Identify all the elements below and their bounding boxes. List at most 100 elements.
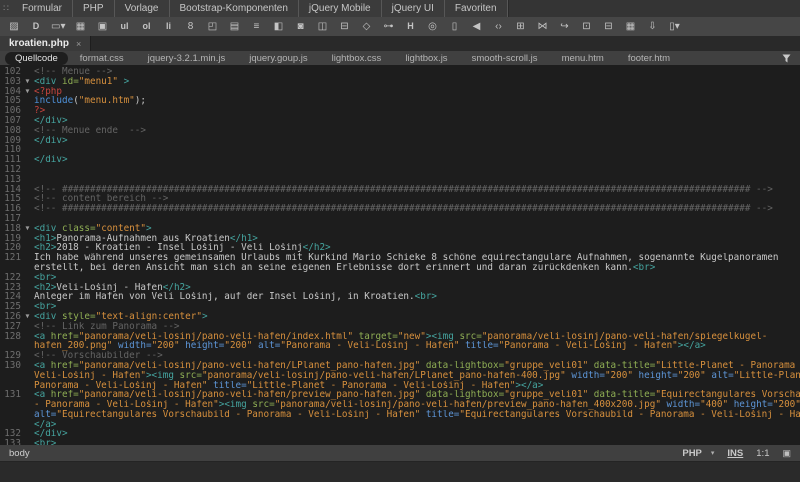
code-editor[interactable]: 102 <!-- Menue --> 103 ▼ <div id="menu1" >10… [0,65,800,445]
related-file-lightbox-js[interactable]: lightbox.js [393,53,459,64]
embed-box-icon[interactable]: ⊡ [579,21,593,32]
code-row[interactable]: 109 </div> [0,135,800,146]
code-row[interactable]: 103 ▼ <div id="menu1" > [0,76,800,87]
heading-icon[interactable]: H [403,22,417,31]
iframe-icon[interactable]: ◙ [293,21,307,32]
image-icon[interactable]: ▨ [7,21,21,32]
code-row[interactable]: erstellt, bei deren Ansicht man sich an … [0,263,800,273]
insert-category-tab-jquery-ui[interactable]: jQuery UI [382,0,445,17]
related-file-footer-htm[interactable]: footer.htm [616,53,682,64]
code-row[interactable]: 129 <!-- Vorschaubilder --> [0,351,800,361]
code-row[interactable]: 124 Anleger im Hafen von Veli Lošinj, auf… [0,292,800,302]
code-row[interactable]: 116 <!-- ################################… [0,204,800,214]
pill-button-menu-icon[interactable]: ▭▾ [51,21,65,32]
related-file-jquery-goup-js[interactable]: jquery.goup.js [237,53,319,64]
insert-category-tab-php[interactable]: PHP [73,0,115,17]
language-mode-selector[interactable]: PHP ▾ [682,448,714,459]
code-row[interactable]: 132 </div> [0,429,800,439]
panel-toggle-icon[interactable]: ▣ [782,448,791,459]
insert-category-tab-vorlage[interactable]: Vorlage [115,0,170,17]
code-row[interactable]: Panorama - Veli-Lošinj - Hafen" title="L… [0,381,800,391]
code-row[interactable]: 106 ?> [0,106,800,116]
code-row[interactable]: 127 <!-- Link zum Panorama --> [0,321,800,332]
insert-mode-toggle[interactable]: INS [727,448,743,459]
code-row[interactable]: 117 [0,214,800,224]
code-row[interactable]: hafen_200.png" width="200" height="200" … [0,341,800,351]
footer-panel-icon[interactable]: ⊟ [337,21,351,32]
printer-icon[interactable]: ⊟ [601,21,615,32]
code-row[interactable]: 123 <h2>Veli-Lošinj - Hafen</h2> [0,282,800,293]
code-row[interactable]: 115 <!-- content bereich --> [0,194,800,204]
code-page-icon[interactable]: ‹› [491,21,505,32]
code-line: <!-- Link zum Panorama --> [34,322,800,332]
insert-category-tab-bootstrap-komponenten[interactable]: Bootstrap-Komponenten [170,0,299,17]
related-file-menu-htm[interactable]: menu.htm [550,53,616,64]
list-item-icon[interactable]: li [161,22,175,31]
fold-arrow-icon[interactable]: ▼ [21,77,34,87]
related-file-lightbox-css[interactable]: lightbox.css [320,53,394,64]
related-file-smooth-scroll-js[interactable]: smooth-scroll.js [460,53,550,64]
code-row[interactable]: 104 ▼ <?php [0,86,800,97]
code-row[interactable]: Veli-Lošinj - Hafen"><img src="panorama/… [0,371,800,381]
code-row[interactable]: alt="Equirectangulares Vorschaubild - Pa… [0,410,800,420]
code-row[interactable]: 128 <a href="panorama/veli-losinj/pano-ve… [0,331,800,342]
key-icon[interactable]: ⊶ [381,21,395,32]
paste-menu-icon[interactable]: ▯▾ [667,21,681,32]
code-row[interactable]: 121 Ich habe während unseres gemeinsamen … [0,253,800,263]
close-icon[interactable]: × [76,39,81,49]
figure-image-icon[interactable]: ▣ [95,21,109,32]
ordered-list-icon[interactable]: ol [139,22,153,31]
filter-funnel-icon[interactable] [782,54,791,63]
unordered-list-icon[interactable]: ul [117,22,131,31]
code-token: width= [660,400,701,410]
fold-arrow-icon[interactable]: ▼ [21,312,34,322]
insert-category-tab-jquery-mobile[interactable]: jQuery Mobile [299,0,382,17]
nav-list-icon[interactable]: ≡ [249,21,263,32]
tag-icon[interactable]: ◇ [359,21,373,32]
related-file-format-css[interactable]: format.css [68,53,136,64]
code-row[interactable]: 105 include("menu.htm"); [0,96,800,106]
description-list-icon[interactable]: D [29,22,43,31]
code-row[interactable]: 120 <h2>2018 - Kroatien - Insel Lošinj - … [0,243,800,253]
code-row[interactable]: 119 <h1>Panorama-Aufnahmen aus Kroatien</… [0,233,800,244]
media-embed-icon[interactable]: ▤ [227,21,241,32]
tag-selector-body[interactable]: body [9,448,30,459]
fold-arrow-icon[interactable]: ▼ [21,87,34,97]
code-row[interactable]: 112 [0,165,800,175]
related-file-quellcode[interactable]: Quellcode [5,51,68,65]
code-row[interactable]: </a> [0,420,800,430]
asterisk-snap-icon[interactable]: ⋈ [535,21,549,32]
related-file-jquery-3-2-1-min-js[interactable]: jquery-3.2.1.min.js [136,53,238,64]
code-row[interactable]: 108 <!-- Menue ende --> [0,125,800,136]
fold-gutter [21,126,34,136]
split-panel-icon[interactable]: ◧ [271,21,285,32]
table-icon[interactable]: ▦ [73,21,87,32]
code-row[interactable]: - Panorama - Veli-Lošinj - Hafen"><img s… [0,400,800,410]
code-row[interactable]: 122 <br> [0,272,800,283]
code-row[interactable]: 131 <a href="panorama/veli-losinj/pano-ve… [0,390,800,400]
code-row[interactable]: 125 <br> [0,302,800,312]
target-circle-icon[interactable]: ◎ [425,21,439,32]
code-row[interactable]: 113 [0,174,800,185]
download-icon[interactable]: ⇩ [645,21,659,32]
code-row[interactable]: 130 <a href="panorama/veli-losinj/pano-ve… [0,361,800,371]
code-row[interactable]: 118 ▼ <div class="content"> [0,223,800,234]
audio-icon[interactable]: ◀ [469,21,483,32]
copy-pages-icon[interactable]: ⊞ [513,21,527,32]
code-row[interactable]: 114 <!-- ################################… [0,184,800,195]
insert-category-tab-favoriten[interactable]: Favoriten [445,0,508,17]
header-element-icon[interactable]: ◰ [205,21,219,32]
code-row[interactable]: 107 </div> [0,116,800,126]
fold-arrow-icon[interactable]: ▼ [21,224,34,234]
page-icon[interactable]: ▯ [447,21,461,32]
redo-arrow-icon[interactable]: ↪ [557,21,571,32]
insert-category-tab-formular[interactable]: Formular [12,0,74,17]
aside-panel-icon[interactable]: ◫ [315,21,329,32]
code-row[interactable]: 102 <!-- Menue --> [0,67,800,77]
document-tab[interactable]: kroatien.php × [0,36,92,51]
code-row[interactable]: 126 ▼ <div style="text-align:center"> [0,312,800,322]
calendar-icon[interactable]: ▦ [623,21,637,32]
code-row[interactable]: 111 </div> [0,155,800,165]
code-row[interactable]: 110 [0,145,800,155]
anchor-link-icon[interactable]: 8 [183,21,197,32]
